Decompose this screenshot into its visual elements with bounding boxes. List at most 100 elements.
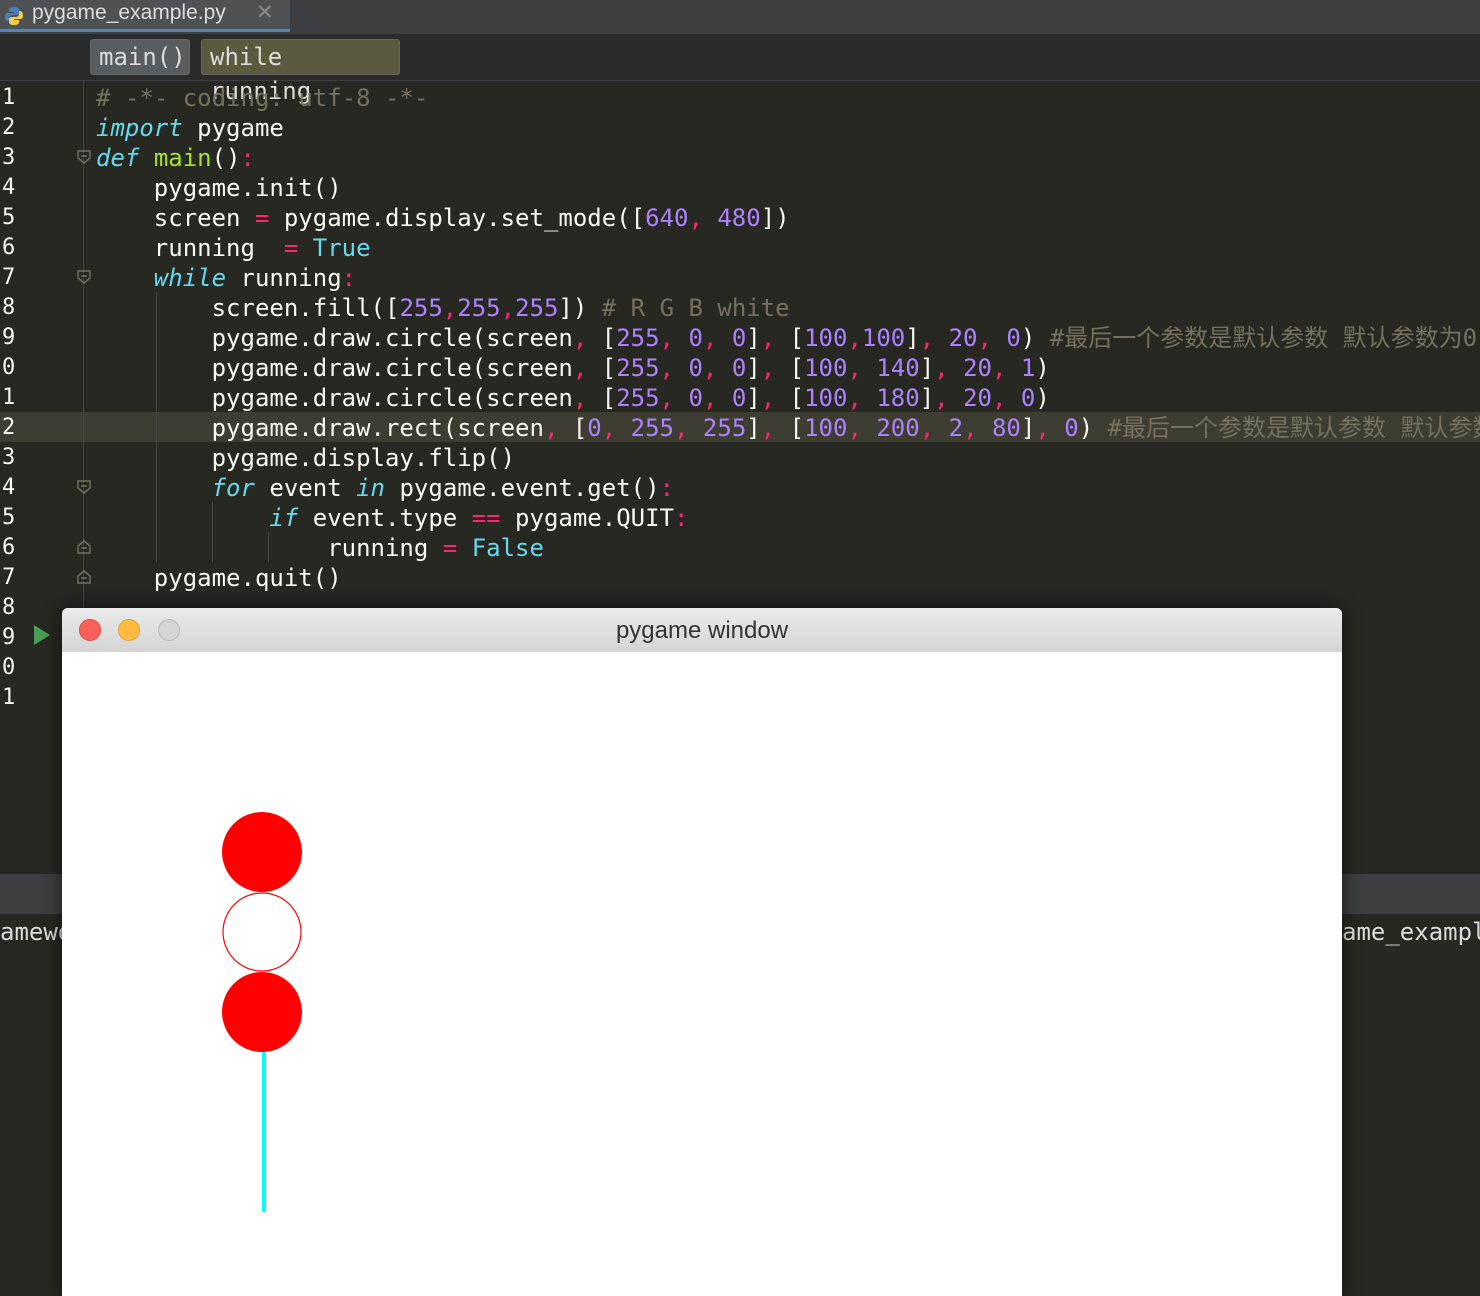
code-text: running — [226, 264, 342, 292]
code-text: () — [211, 144, 241, 172]
line-number: 7 — [2, 265, 16, 290]
filled-rect — [262, 1052, 266, 1212]
number: 0 — [587, 414, 602, 442]
pygame-canvas[interactable] — [62, 652, 1342, 1296]
fold-collapse-icon[interactable] — [77, 270, 91, 284]
number: 0 — [688, 324, 703, 352]
code-text: event.type — [298, 504, 472, 532]
keyword: while — [153, 264, 227, 292]
line-number: 5 — [2, 205, 16, 230]
code-text: pygame.QUIT — [500, 504, 674, 532]
line-number: 7 — [2, 565, 16, 590]
comment: #最后一个参数是默认参数 默认参数为0 — [1049, 324, 1478, 352]
comment: # R G B white — [601, 294, 790, 322]
breadcrumb-while-running[interactable]: while running — [201, 39, 400, 105]
window-titlebar[interactable]: pygame window — [62, 608, 1342, 653]
number: 640 — [645, 204, 689, 232]
number: 0 — [1064, 414, 1079, 442]
number: 100 — [804, 384, 848, 412]
number: 255 — [702, 414, 747, 442]
code-text: ]) — [760, 204, 790, 232]
line-number: 6 — [2, 235, 16, 260]
tab-title: pygame_example.py — [32, 1, 226, 24]
number: 100 — [804, 324, 848, 352]
fold-collapse-icon[interactable] — [77, 480, 91, 494]
number: 255 — [457, 294, 501, 322]
code-text: event — [254, 474, 357, 502]
number: 100 — [861, 324, 906, 352]
breadcrumb: main() while running — [0, 34, 1480, 105]
number: 200 — [876, 414, 920, 442]
line-number: 5 — [2, 505, 16, 530]
keyword: for — [211, 474, 255, 502]
number: 0 — [688, 384, 703, 412]
number: 20 — [963, 384, 992, 412]
number: 255 — [616, 354, 660, 382]
code-line-4: pygame.init() — [153, 174, 342, 202]
number: 20 — [963, 354, 992, 382]
line-number: 9 — [2, 325, 16, 350]
code-text: pygame.draw.circle(screen — [211, 354, 573, 382]
code-text: running — [327, 534, 429, 562]
number: 2 — [948, 414, 964, 442]
line-number: 9 — [2, 625, 16, 650]
number: 20 — [948, 324, 978, 352]
number: 255 — [515, 294, 559, 322]
number: 255 — [616, 324, 660, 352]
code-text: pygame.event.get() — [385, 474, 660, 502]
run-panel-label: ame_exampl — [1342, 918, 1480, 946]
number: 255 — [630, 414, 675, 442]
fold-end-icon[interactable] — [77, 540, 91, 554]
line-number: 2 — [2, 115, 16, 140]
number: 1 — [1020, 354, 1036, 382]
window-title: pygame window — [615, 617, 789, 644]
number: 255 — [616, 384, 660, 412]
fold-end-icon[interactable] — [77, 570, 91, 584]
number: 0 — [731, 324, 747, 352]
code-text: pygame.draw.circle(screen — [211, 384, 573, 412]
python-file-icon — [5, 7, 23, 25]
run-icon[interactable] — [34, 625, 50, 645]
code-line-13: pygame.display.flip() — [211, 444, 516, 472]
number: 255 — [399, 294, 443, 322]
close-icon[interactable]: ✕ — [256, 0, 274, 25]
line-number: 1 — [2, 385, 16, 410]
line-number: 4 — [2, 175, 16, 200]
keyword: in — [356, 474, 386, 502]
line-number: 8 — [2, 295, 16, 320]
fold-collapse-icon[interactable] — [77, 150, 91, 164]
pygame-window[interactable]: pygame window — [62, 608, 1342, 1296]
code-line-17: pygame.quit() — [153, 564, 342, 592]
constant: False — [471, 534, 544, 562]
line-number: 1 — [2, 685, 16, 710]
code-text: pygame.draw.rect(screen — [211, 414, 544, 442]
line-number: 0 — [2, 355, 16, 380]
constant: True — [312, 234, 371, 262]
code-text: screen — [153, 204, 241, 232]
number: 0 — [1006, 324, 1021, 352]
breadcrumb-main[interactable]: main() — [90, 39, 190, 75]
keyword: import — [96, 114, 183, 142]
line-number: 3 — [2, 445, 16, 470]
number: 80 — [991, 414, 1021, 442]
comment: #最后一个参数是默认参数 默认参数为 — [1107, 414, 1480, 442]
line-number: 0 — [2, 655, 16, 680]
operator: == — [471, 504, 501, 532]
code-editor[interactable]: # -*- coding: utf-8 -*- import pygame de… — [96, 83, 1480, 593]
keyword: if — [269, 504, 299, 532]
number: 0 — [688, 354, 703, 382]
line-number: 1 — [2, 85, 16, 110]
line-number: 4 — [2, 475, 16, 500]
code-text: pygame — [182, 114, 284, 142]
number: 0 — [1020, 384, 1036, 412]
editor-tab-bar: pygame_example.py ✕ — [0, 0, 1480, 34]
number: 140 — [876, 354, 920, 382]
tab-pygame-example[interactable]: pygame_example.py ✕ — [0, 0, 290, 32]
code-text: running — [153, 234, 255, 262]
number: 0 — [731, 384, 747, 412]
function-name: main — [153, 144, 212, 172]
filled-circle — [222, 972, 302, 1052]
number: 180 — [876, 384, 920, 412]
line-number: 8 — [2, 595, 16, 620]
number: 100 — [804, 414, 848, 442]
